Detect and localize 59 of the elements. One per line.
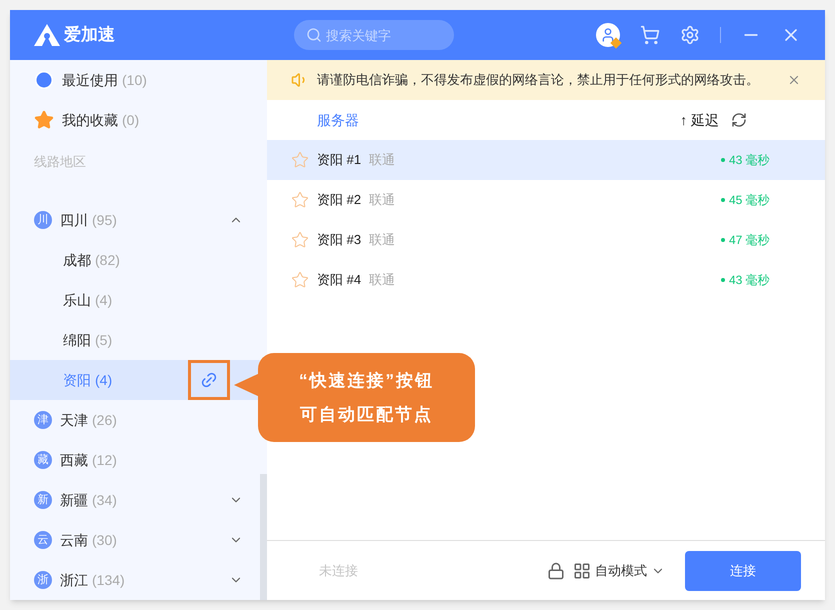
latency-value: 43 毫秒 — [729, 152, 771, 169]
scrollbar[interactable] — [260, 474, 267, 600]
isp-label: 联通 — [369, 151, 396, 170]
avatar-icon[interactable] — [596, 23, 620, 47]
isp-label: 联通 — [369, 271, 396, 290]
column-header[interactable]: ↑ 延迟 — [680, 110, 719, 130]
sidebar-item[interactable]: 成都 (82) — [10, 240, 260, 280]
callout-text: 可自动匹配节点 — [300, 404, 433, 426]
verified-badge-icon — [610, 37, 622, 49]
connect-button[interactable]: 连接 — [685, 550, 801, 590]
person-icon — [600, 27, 616, 43]
region-badge: 新 — [34, 491, 52, 509]
mode-dropdown[interactable]: 自动模式 — [573, 560, 665, 580]
server-name: 资阳 #2 — [317, 191, 362, 210]
region-badge: 云 — [34, 531, 52, 549]
grid-icon — [573, 562, 591, 580]
settings-icon[interactable] — [680, 25, 700, 45]
region-badge: 藏 — [34, 451, 52, 469]
search-field[interactable]: 搜索关键字 — [294, 20, 454, 50]
close-icon[interactable] — [787, 73, 801, 87]
region-badge: 津 — [34, 411, 52, 429]
star-icon[interactable] — [291, 151, 309, 169]
lock-icon[interactable] — [547, 562, 565, 580]
column-header[interactable]: 服务器 — [317, 110, 359, 130]
star-icon — [34, 110, 54, 130]
callout-text: “快速连接”按钮 — [299, 370, 434, 392]
notice-text: 请谨防电信诈骗，不得发布虚假的网络言论，禁止用于任何形式的网络攻击。 — [317, 71, 760, 90]
refresh-icon[interactable] — [731, 112, 747, 128]
latency-value: 47 毫秒 — [729, 232, 771, 249]
star-icon[interactable] — [291, 231, 309, 249]
star-icon[interactable] — [291, 271, 309, 289]
app-logo-icon — [34, 24, 60, 46]
cart-icon[interactable] — [640, 25, 660, 45]
server-name: 资阳 #1 — [317, 151, 362, 170]
sidebar-item[interactable]: 藏 西藏 (12) — [10, 440, 260, 480]
sidebar-item[interactable]: 云 云南 (30) — [10, 520, 260, 560]
sidebar-item[interactable]: 乐山 (4) — [10, 280, 260, 320]
connection-status: 未连接 — [319, 562, 358, 580]
sidebar-item[interactable]: 最近使用 (10) — [10, 60, 260, 100]
sidebar-item[interactable]: 川 四川 (95) — [10, 200, 260, 240]
sidebar-item[interactable]: 绵阳 (5) — [10, 320, 260, 360]
quick-connect-button[interactable] — [188, 360, 230, 400]
star-icon[interactable] — [291, 191, 309, 209]
search-icon — [306, 27, 322, 43]
server-name: 资阳 #4 — [317, 271, 362, 290]
region-badge: 浙 — [34, 571, 52, 589]
sidebar-item[interactable]: 我的收藏 (0) — [10, 100, 260, 140]
isp-label: 联通 — [369, 191, 396, 210]
app-name: 爱加速 — [64, 24, 115, 46]
section-title: 线路地区 — [34, 154, 86, 169]
region-badge: 川 — [34, 211, 52, 229]
sidebar-item[interactable]: 浙 浙江 (134) — [10, 560, 260, 600]
sidebar-item[interactable]: 新 新疆 (34) — [10, 480, 260, 520]
isp-label: 联通 — [369, 231, 396, 250]
server-row[interactable]: 资阳 #1 联通 43 毫秒 — [267, 140, 825, 180]
sidebar-item[interactable]: 津 天津 (26) — [10, 400, 260, 440]
server-name: 资阳 #3 — [317, 231, 362, 250]
latency-value: 45 毫秒 — [729, 192, 771, 209]
latency-value: 43 毫秒 — [729, 272, 771, 289]
